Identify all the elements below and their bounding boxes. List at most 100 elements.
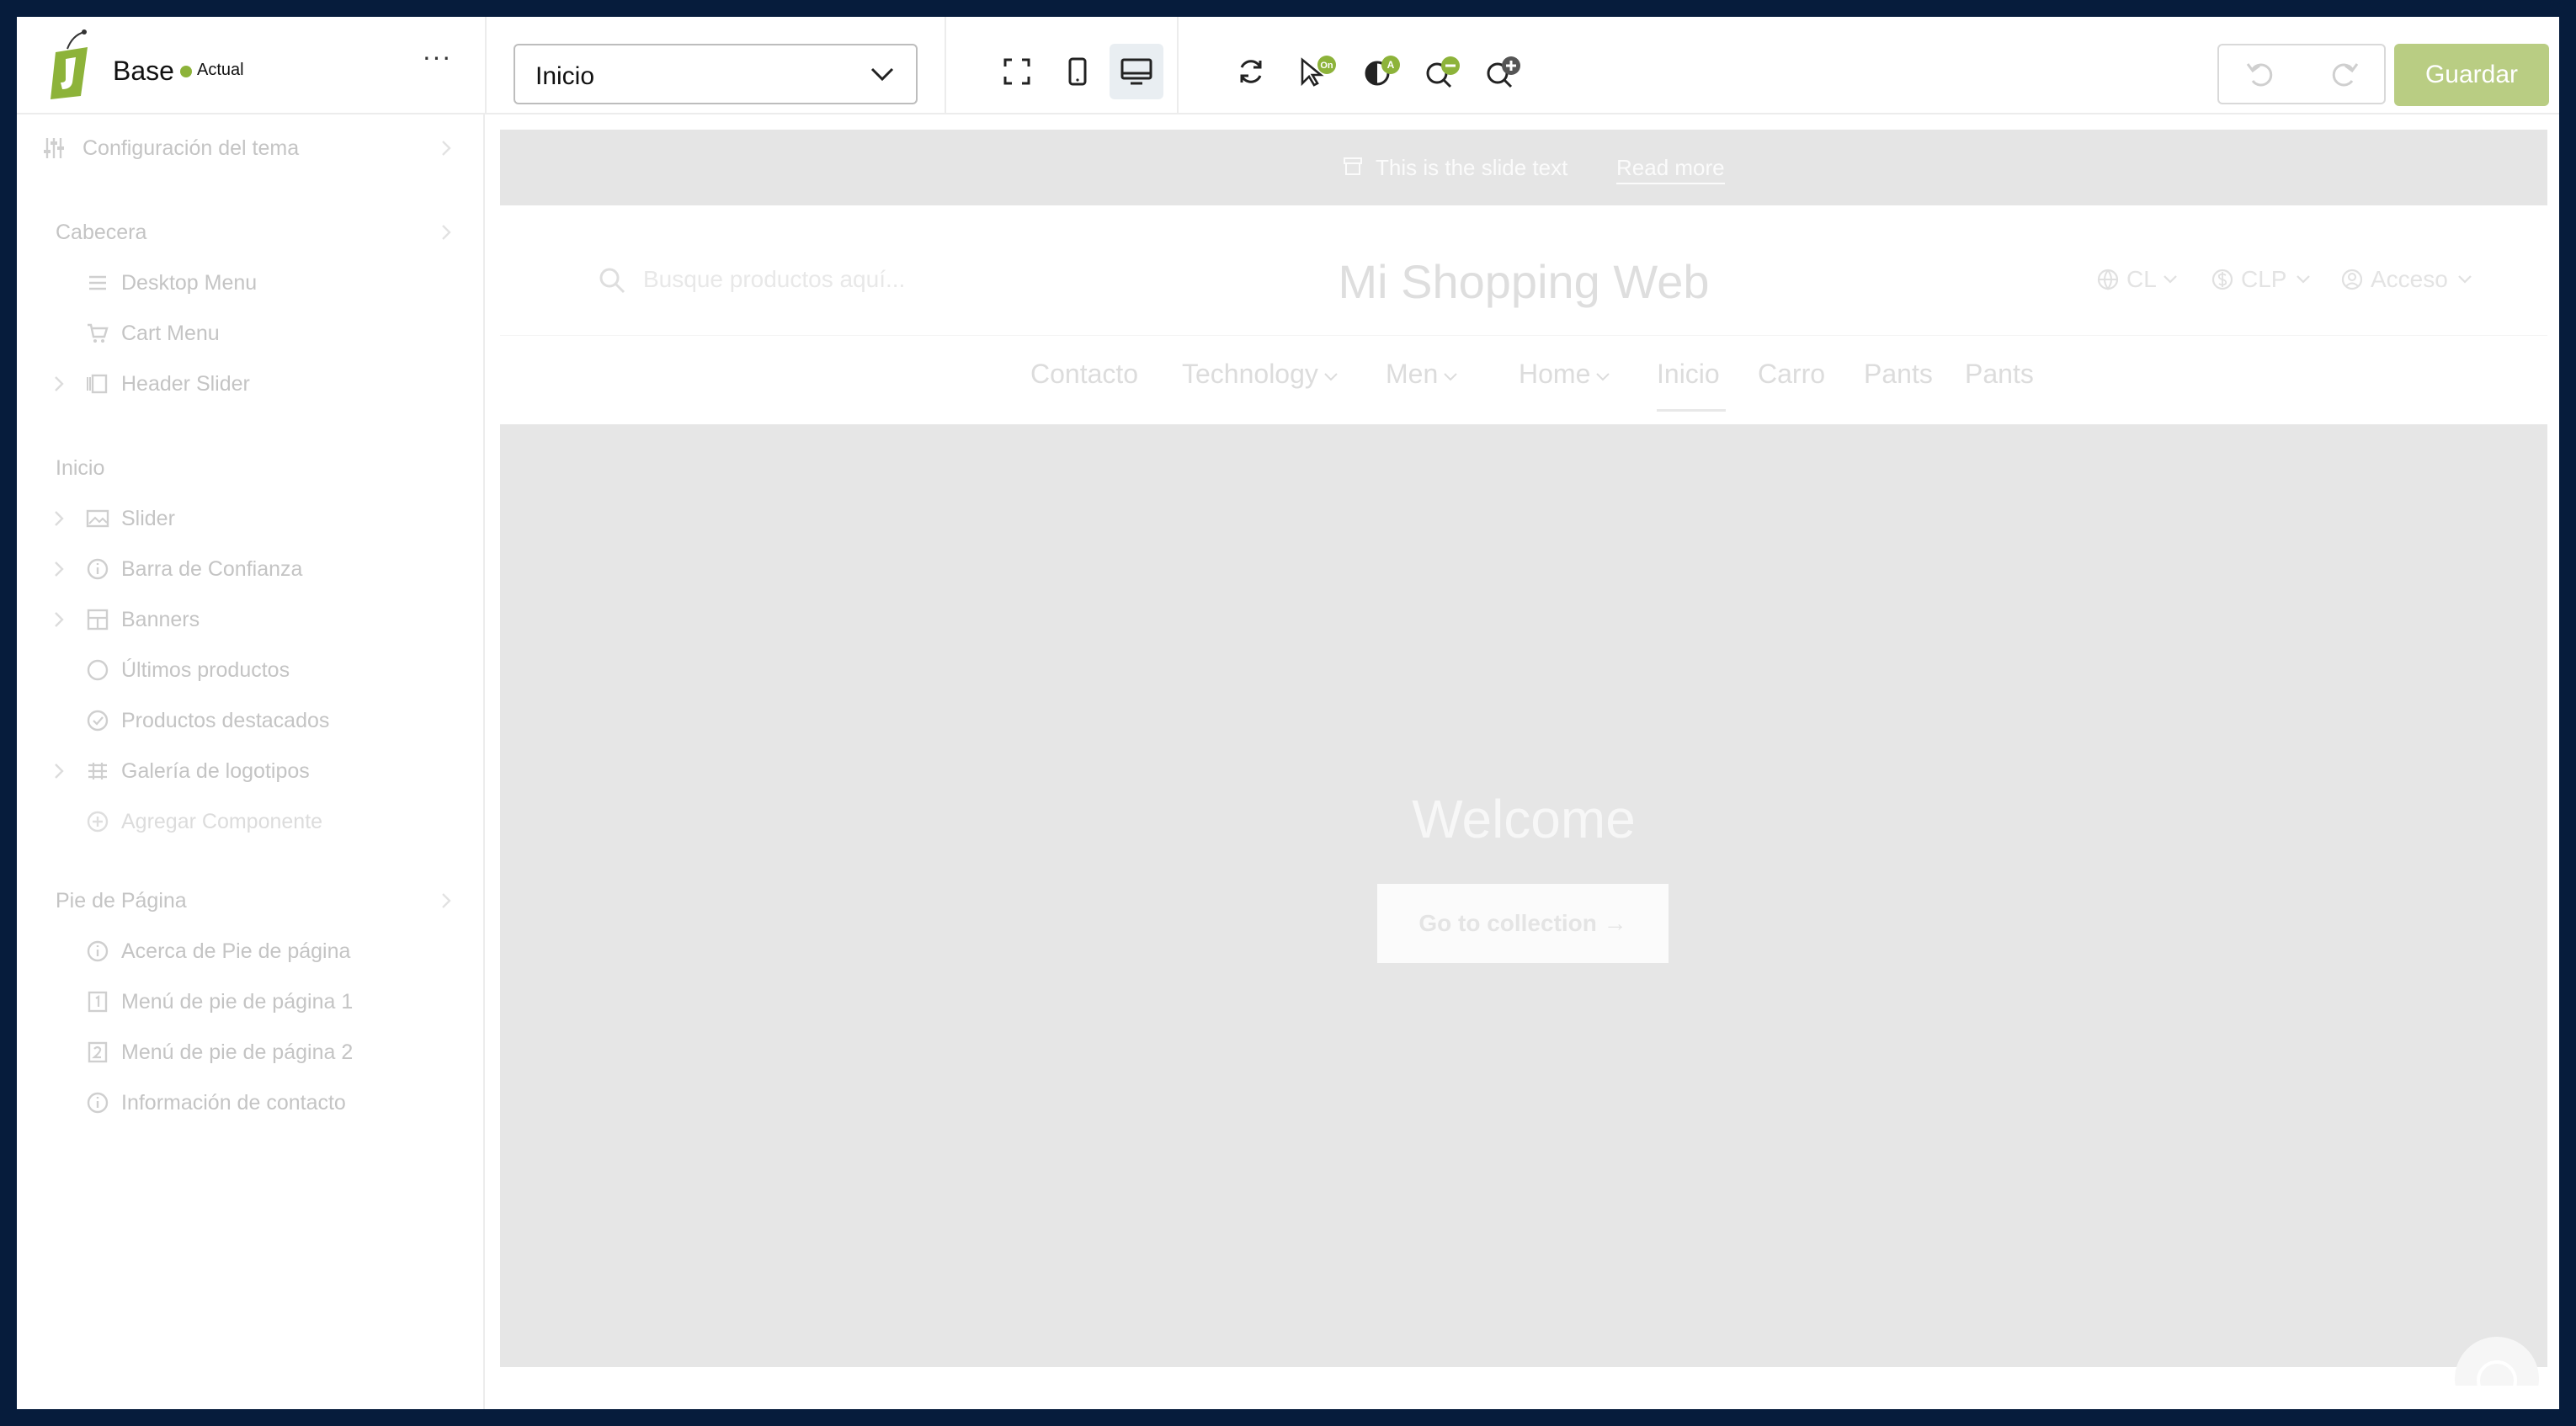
sidebar-item-label: Productos destacados bbox=[121, 709, 330, 732]
nav-item-technology[interactable]: Technology bbox=[1182, 359, 1339, 390]
store-icon bbox=[1344, 157, 1362, 175]
slider-icon bbox=[87, 374, 108, 394]
sidebar-item-label: Información de contacto bbox=[121, 1091, 346, 1115]
desktop-view-button[interactable] bbox=[1110, 44, 1163, 99]
sidebar-item-label: Header Slider bbox=[121, 372, 250, 396]
toolbar-divider bbox=[945, 17, 946, 114]
nav-item-carro[interactable]: Carro bbox=[1758, 359, 1825, 390]
go-to-collection-button[interactable]: Go to collection → bbox=[1377, 884, 1669, 963]
sidebar-item-footer-about[interactable]: Acerca de Pie de página bbox=[17, 929, 485, 971]
nav-item-contacto[interactable]: Contacto bbox=[1030, 359, 1138, 390]
fullscreen-button[interactable] bbox=[990, 44, 1044, 99]
account-label: Acceso bbox=[2371, 266, 2448, 292]
sidebar-item-footer-menu-2[interactable]: Menú de pie de página 2 bbox=[17, 1030, 485, 1072]
sidebar-item-header-slider[interactable]: Header Slider bbox=[17, 362, 485, 404]
more-options-button[interactable]: ··· bbox=[418, 43, 456, 76]
contrast-toggle-button[interactable]: A bbox=[1355, 44, 1409, 99]
sidebar-item-label: Últimos productos bbox=[121, 658, 290, 682]
zoom-in-button[interactable] bbox=[1477, 44, 1530, 99]
sidebar-item-label: Galería de logotipos bbox=[121, 759, 310, 783]
selector-toggle-button[interactable]: On bbox=[1291, 44, 1345, 99]
chevron-right-icon bbox=[442, 893, 451, 908]
sidebar-item-logo-gallery[interactable]: Galería de logotipos bbox=[17, 749, 485, 791]
theme-status-badge: Actual bbox=[197, 61, 244, 79]
mobile-view-button[interactable] bbox=[1051, 44, 1104, 99]
expand-chevron-icon[interactable] bbox=[51, 509, 67, 528]
sidebar-item-desktop-menu[interactable]: Desktop Menu bbox=[17, 261, 485, 303]
sidebar-item-trust-bar[interactable]: Barra de Confianza bbox=[17, 547, 485, 589]
section-group-footer[interactable]: Pie de Página bbox=[17, 879, 485, 921]
nav-item-pants[interactable]: Pants bbox=[1965, 359, 2034, 390]
jumpseller-logo bbox=[51, 29, 88, 99]
zoom-out-button[interactable] bbox=[1416, 44, 1470, 99]
save-button[interactable]: Guardar bbox=[2394, 44, 2549, 106]
expand-chevron-icon[interactable] bbox=[51, 762, 67, 780]
sidebar-item-label: Cart Menu bbox=[121, 322, 220, 345]
sections-sidebar: Configuración del tema Cabecera Desktop … bbox=[17, 114, 485, 1409]
sidebar-item-cart-menu[interactable]: Cart Menu bbox=[17, 311, 485, 354]
nav-item-label: Home bbox=[1519, 359, 1591, 389]
whatsapp-icon bbox=[2477, 1360, 2517, 1386]
page-select[interactable]: Inicio bbox=[514, 44, 918, 104]
check-circle-icon bbox=[87, 710, 109, 732]
nav-item-men[interactable]: Men bbox=[1386, 359, 1458, 390]
sidebar-item-label: Barra de Confianza bbox=[121, 557, 303, 581]
globe-icon bbox=[2097, 269, 2119, 290]
redo-icon[interactable] bbox=[2327, 57, 2360, 91]
theme-editor-app: Base Actual ··· Inicio On A Guardar Conf… bbox=[17, 17, 2559, 1409]
chevron-right-icon bbox=[442, 141, 451, 156]
whatsapp-button[interactable] bbox=[2455, 1337, 2539, 1386]
currency-icon bbox=[2211, 269, 2233, 290]
menu-lines-icon bbox=[89, 275, 106, 290]
announcement-text: This is the slide text bbox=[1376, 155, 1568, 180]
hero-title: Welcome bbox=[1412, 789, 1636, 849]
image-icon bbox=[86, 509, 109, 528]
currency-label: CLP bbox=[2241, 266, 2287, 292]
sidebar-item-featured-products[interactable]: Productos destacados bbox=[17, 699, 485, 741]
number-2-icon bbox=[88, 1041, 108, 1063]
svg-text:On: On bbox=[1320, 61, 1333, 71]
sidebar-item-contact-info[interactable]: Información de contacto bbox=[17, 1081, 485, 1123]
nav-item-pants[interactable]: Pants bbox=[1864, 359, 1933, 390]
zoom-in-icon bbox=[1487, 56, 1520, 88]
sidebar-item-slider[interactable]: Slider bbox=[17, 497, 485, 539]
expand-chevron-icon[interactable] bbox=[51, 560, 67, 578]
add-component-label: Agregar Componente bbox=[121, 810, 323, 833]
chevron-right-icon bbox=[442, 225, 451, 240]
cart-icon bbox=[88, 323, 109, 343]
page-select-value: Inicio bbox=[535, 62, 595, 90]
chevron-down-icon bbox=[1324, 372, 1338, 380]
user-icon bbox=[2341, 269, 2363, 290]
store-main-nav: Contacto Technology Men Home Inicio Carr… bbox=[500, 359, 2547, 418]
desktop-icon bbox=[1120, 58, 1152, 85]
undo-icon[interactable] bbox=[2244, 57, 2278, 91]
theme-settings-label: Configuración del tema bbox=[82, 136, 300, 160]
nav-item-home[interactable]: Home bbox=[1519, 359, 1610, 390]
section-group-header[interactable]: Cabecera bbox=[17, 210, 485, 253]
announcement-link[interactable]: Read more bbox=[1616, 155, 1725, 184]
history-controls bbox=[2217, 44, 2386, 104]
mobile-icon bbox=[1068, 57, 1087, 86]
grid-icon bbox=[87, 609, 109, 631]
sidebar-item-footer-menu-1[interactable]: Menú de pie de página 1 bbox=[17, 980, 485, 1022]
sidebar-item-latest-products[interactable]: Últimos productos bbox=[17, 648, 485, 690]
announcement-bar: This is the slide text Read more bbox=[500, 130, 2547, 205]
expand-chevron-icon[interactable] bbox=[51, 375, 67, 393]
refresh-button[interactable] bbox=[1224, 44, 1278, 99]
chevron-down-icon bbox=[2458, 275, 2472, 284]
toolbar-divider bbox=[1177, 17, 1179, 114]
expand-chevron-icon[interactable] bbox=[51, 610, 67, 629]
theme-settings-item[interactable]: Configuración del tema bbox=[17, 126, 485, 168]
info-icon bbox=[87, 1092, 109, 1114]
store-header: Busque productos aquí... Mi Shopping Web… bbox=[500, 205, 2547, 357]
nav-item-inicio[interactable]: Inicio bbox=[1657, 359, 1720, 390]
chevron-down-icon bbox=[2164, 275, 2177, 284]
svg-text:A: A bbox=[1387, 59, 1395, 71]
chevron-down-icon bbox=[2297, 275, 2310, 284]
add-component-button[interactable]: Agregar Componente bbox=[17, 800, 485, 842]
contrast-icon: A bbox=[1365, 56, 1400, 86]
nav-item-label: Men bbox=[1386, 359, 1439, 389]
theme-name: Base bbox=[113, 56, 174, 86]
sidebar-item-banners[interactable]: Banners bbox=[17, 598, 485, 640]
header-divider bbox=[500, 335, 2547, 336]
